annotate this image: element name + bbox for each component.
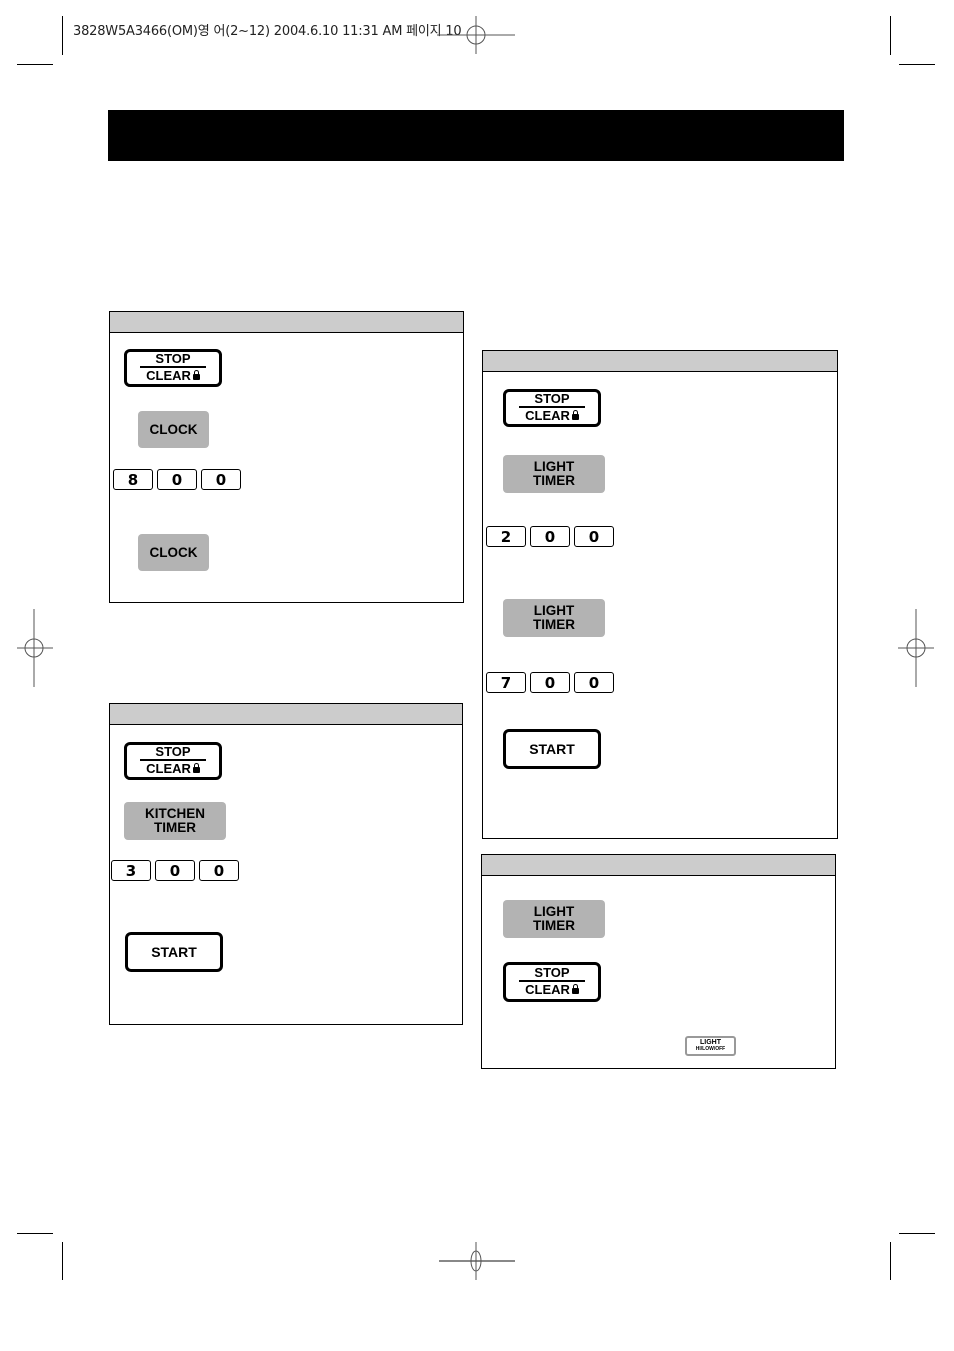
lock-icon bbox=[571, 984, 579, 994]
print-slug: 3828W5A3466(OM)영 어(2~12) 2004.6.10 11:31… bbox=[73, 24, 462, 39]
panel-header bbox=[110, 312, 463, 333]
crop-mark bbox=[17, 1233, 53, 1234]
stop-clear-button[interactable]: STOP CLEAR bbox=[503, 389, 601, 427]
stop-clear-button[interactable]: STOP CLEAR bbox=[503, 962, 601, 1002]
digit-keys: 3 0 0 bbox=[111, 860, 239, 881]
registration-mark-icon bbox=[17, 609, 53, 687]
number-key[interactable]: 0 bbox=[574, 672, 614, 693]
panel-header bbox=[483, 351, 837, 372]
light-timer-label-line2: TIMER bbox=[533, 918, 575, 933]
crop-mark bbox=[890, 1242, 891, 1280]
stop-label: STOP bbox=[519, 966, 585, 982]
number-key[interactable]: 0 bbox=[530, 526, 570, 547]
clock-label: CLOCK bbox=[149, 544, 198, 560]
kitchen-timer-label-line1: KITCHEN bbox=[145, 806, 205, 821]
light-timer-button[interactable]: LIGHT TIMER bbox=[503, 455, 605, 493]
light-timer-label-line1: LIGHT bbox=[533, 904, 575, 919]
light-timer-button[interactable]: LIGHT TIMER bbox=[503, 900, 605, 938]
crop-mark bbox=[17, 64, 53, 65]
number-key[interactable]: 2 bbox=[486, 526, 526, 547]
crop-mark bbox=[899, 64, 935, 65]
panel-header bbox=[110, 704, 462, 725]
light-timer-label-line2: TIMER bbox=[533, 473, 575, 488]
registration-mark-icon bbox=[439, 1242, 515, 1280]
digit-keys: 2 0 0 bbox=[486, 526, 614, 547]
registration-mark-icon bbox=[437, 16, 515, 54]
light-timer-label-line1: LIGHT bbox=[533, 459, 575, 474]
number-key[interactable]: 0 bbox=[574, 526, 614, 547]
clock-button[interactable]: CLOCK bbox=[138, 411, 209, 448]
number-key[interactable]: 3 bbox=[111, 860, 151, 881]
section-header-bar bbox=[108, 110, 844, 161]
clear-label: CLEAR bbox=[525, 982, 570, 997]
number-key[interactable]: 0 bbox=[157, 469, 197, 490]
number-key[interactable]: 0 bbox=[155, 860, 195, 881]
kitchen-timer-label-line2: TIMER bbox=[154, 820, 196, 835]
light-small-label-line1: LIGHT bbox=[700, 1039, 721, 1046]
crop-mark bbox=[890, 16, 891, 55]
lock-icon bbox=[192, 370, 200, 380]
light-small-label-line2: HI/LOW/OFF bbox=[695, 1046, 726, 1052]
clear-label: CLEAR bbox=[525, 408, 570, 423]
number-key[interactable]: 0 bbox=[201, 469, 241, 490]
clear-label: CLEAR bbox=[146, 761, 191, 776]
start-label: START bbox=[529, 740, 575, 757]
clock-button[interactable]: CLOCK bbox=[138, 534, 209, 571]
number-key[interactable]: 0 bbox=[199, 860, 239, 881]
number-key[interactable]: 8 bbox=[113, 469, 153, 490]
digit-keys: 8 0 0 bbox=[113, 469, 241, 490]
crop-mark bbox=[62, 16, 63, 55]
digit-keys: 7 0 0 bbox=[486, 672, 614, 693]
light-timer-label-line2: TIMER bbox=[533, 617, 575, 632]
stop-label: STOP bbox=[140, 745, 206, 761]
stop-clear-button[interactable]: STOP CLEAR bbox=[124, 349, 222, 387]
start-label: START bbox=[151, 943, 197, 960]
clear-label: CLEAR bbox=[146, 368, 191, 383]
light-hi-low-off-button[interactable]: LIGHT HI/LOW/OFF bbox=[685, 1036, 736, 1056]
stop-clear-button[interactable]: STOP CLEAR bbox=[124, 742, 222, 780]
light-timer-button[interactable]: LIGHT TIMER bbox=[503, 599, 605, 637]
stop-label: STOP bbox=[519, 392, 585, 408]
crop-mark bbox=[62, 1242, 63, 1280]
start-button[interactable]: START bbox=[503, 729, 601, 769]
number-key[interactable]: 7 bbox=[486, 672, 526, 693]
lock-icon bbox=[192, 763, 200, 773]
kitchen-timer-button[interactable]: KITCHEN TIMER bbox=[124, 802, 226, 840]
number-key[interactable]: 0 bbox=[530, 672, 570, 693]
light-timer-label-line1: LIGHT bbox=[533, 603, 575, 618]
registration-mark-icon bbox=[898, 609, 934, 687]
lock-icon bbox=[571, 410, 579, 420]
panel-header bbox=[482, 855, 835, 876]
start-button[interactable]: START bbox=[125, 932, 223, 972]
stop-label: STOP bbox=[140, 352, 206, 368]
crop-mark bbox=[899, 1233, 935, 1234]
clock-label: CLOCK bbox=[149, 421, 198, 437]
